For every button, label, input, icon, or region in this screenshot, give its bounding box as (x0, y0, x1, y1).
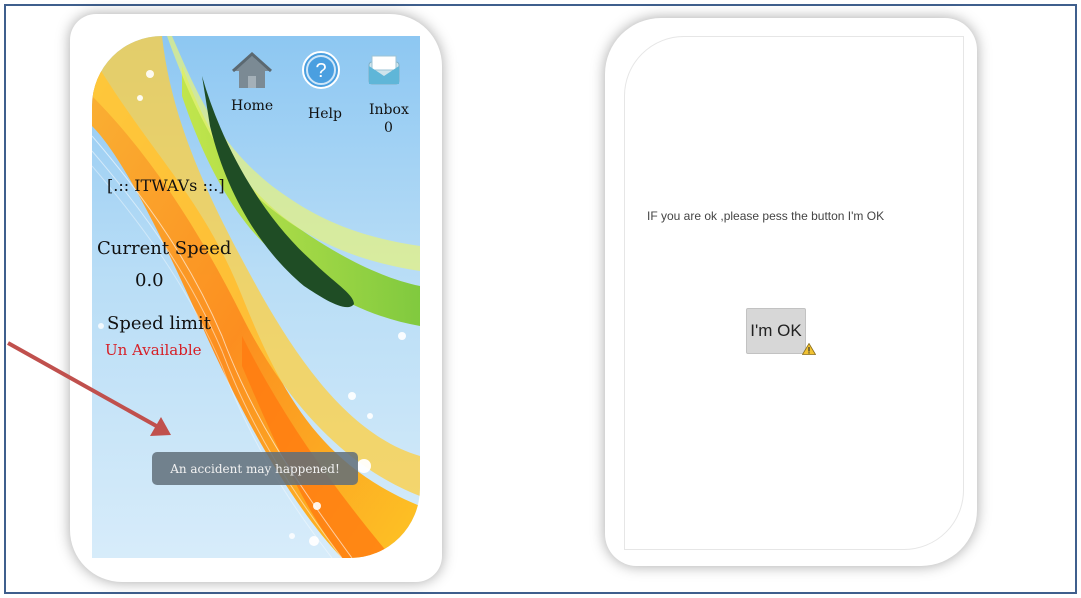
accident-toast: An accident may happened! (152, 452, 358, 485)
confirm-prompt: IF you are ok ,please pess the button I'… (647, 209, 884, 223)
home-icon[interactable] (231, 51, 273, 94)
warning-icon (801, 340, 817, 359)
main-screen: Home ? Help Inbox 0 [.:: ITWAVs ::.] Cur… (92, 36, 420, 558)
speed-limit-label: Speed limit (107, 313, 211, 334)
current-speed-label: Current Speed (97, 238, 232, 259)
help-label[interactable]: Help (308, 106, 342, 122)
current-speed-value: 0.0 (135, 270, 164, 291)
phone-confirm-screen: IF you are ok ,please pess the button I'… (605, 18, 977, 566)
inbox-count: 0 (384, 120, 393, 136)
confirm-prompt-text: IF you are ok ,please pess the button I'… (647, 209, 885, 223)
home-label[interactable]: Home (231, 98, 273, 114)
app-title: [.:: ITWAVs ::.] (107, 176, 225, 195)
svg-text:?: ? (315, 60, 326, 82)
phone-main-screen: Home ? Help Inbox 0 [.:: ITWAVs ::.] Cur… (70, 14, 442, 582)
speed-limit-value: Un Available (105, 341, 202, 359)
help-icon[interactable]: ? (301, 50, 341, 94)
inbox-label[interactable]: Inbox (369, 102, 409, 118)
confirm-screen: IF you are ok ,please pess the button I'… (624, 36, 964, 550)
inbox-icon[interactable] (366, 52, 402, 92)
im-ok-button[interactable]: I'm OK (746, 308, 806, 354)
